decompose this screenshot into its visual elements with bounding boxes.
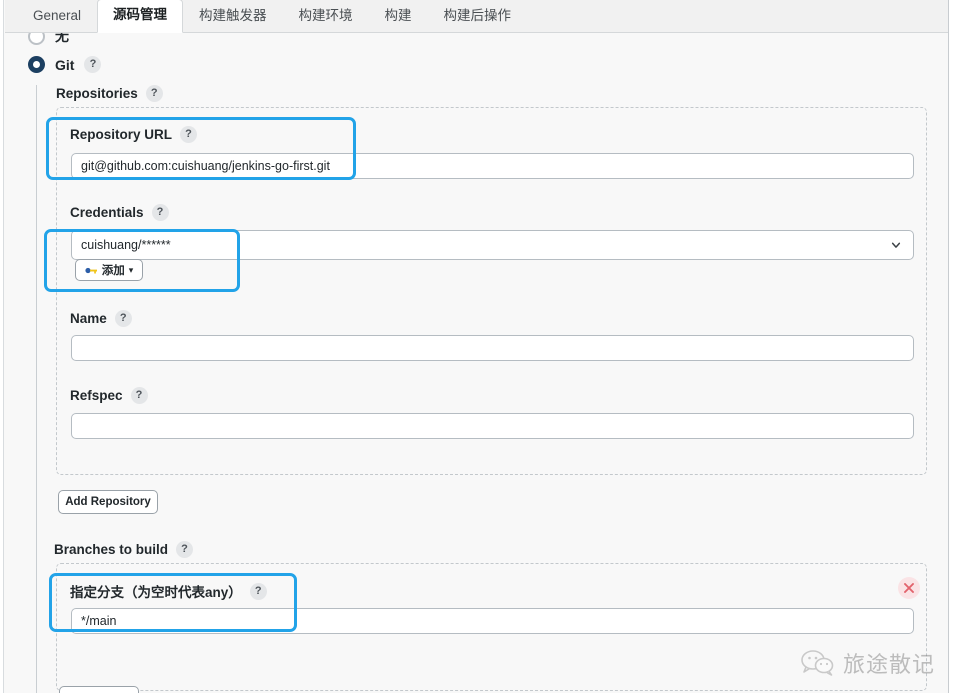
name-input[interactable]	[71, 335, 914, 361]
tab-build[interactable]: 构建	[369, 0, 428, 33]
add-repository-button[interactable]: Add Repository	[58, 490, 158, 514]
jenkins-job-config-page: General 源码管理 构建触发器 构建环境 构建 构建后操作 无 Git ?…	[0, 0, 957, 693]
tab-build-triggers[interactable]: 构建触发器	[183, 0, 283, 33]
repositories-section-label: Repositories ?	[56, 85, 163, 102]
repository-url-label-text: Repository URL	[70, 127, 173, 142]
name-label: Name ?	[70, 310, 132, 327]
window-left-edge	[0, 0, 4, 693]
help-icon-branches[interactable]: ?	[176, 541, 194, 558]
credentials-label: Credentials ?	[70, 204, 169, 221]
add-credentials-caret: ▾	[128, 264, 134, 275]
credentials-select[interactable]: cuishuang/******	[71, 230, 914, 260]
radio-git[interactable]	[28, 56, 45, 73]
add-credentials-label: 添加	[101, 265, 125, 277]
help-icon-name[interactable]: ?	[114, 310, 132, 327]
section-indent-guide	[36, 85, 37, 693]
branch-specifier-label-text: 指定分支（为空时代表any）	[70, 585, 242, 600]
repositories-label-text: Repositories	[56, 86, 138, 101]
scm-option-git[interactable]: Git ?	[28, 56, 102, 73]
help-icon-repositories[interactable]: ?	[145, 85, 163, 102]
tab-general[interactable]: General	[17, 0, 97, 33]
tab-source-code-management[interactable]: 源码管理	[97, 0, 184, 33]
close-icon	[904, 583, 914, 593]
name-label-text: Name	[70, 311, 107, 326]
help-icon-branch-specifier[interactable]: ?	[249, 582, 267, 600]
add-repository-label: Add Repository	[65, 496, 151, 508]
refspec-label-text: Refspec	[70, 388, 123, 403]
refspec-label: Refspec ?	[70, 387, 148, 404]
scm-config-panel: 无 Git ? Repositories ? Repository URL ? …	[5, 27, 948, 693]
tab-build-environment[interactable]: 构建环境	[283, 0, 369, 33]
chevron-down-icon	[891, 242, 901, 248]
branches-to-build-label: Branches to build ?	[54, 541, 194, 558]
branch-specifier-label: 指定分支（为空时代表any） ?	[70, 581, 267, 601]
window-right-edge	[948, 0, 957, 693]
credentials-selected-value: cuishuang/******	[81, 238, 171, 252]
credentials-label-text: Credentials	[70, 205, 144, 220]
add-credentials-button[interactable]: 添加 ▾	[75, 259, 143, 281]
delete-branch-button[interactable]	[898, 577, 920, 599]
branches-to-build-label-text: Branches to build	[54, 542, 169, 557]
help-icon-refspec[interactable]: ?	[130, 387, 148, 404]
help-icon-git[interactable]: ?	[84, 56, 102, 73]
help-icon-credentials[interactable]: ?	[151, 204, 169, 221]
radio-git-label: Git	[55, 56, 75, 73]
help-icon-repository-url[interactable]: ?	[180, 126, 198, 143]
branch-specifier-input[interactable]	[71, 608, 914, 634]
config-tab-bar: General 源码管理 构建触发器 构建环境 构建 构建后操作	[5, 0, 948, 33]
key-icon	[85, 267, 97, 273]
tab-post-build-actions[interactable]: 构建后操作	[428, 0, 528, 33]
repository-url-input[interactable]	[71, 153, 914, 179]
refspec-input[interactable]	[71, 413, 914, 439]
repository-url-label: Repository URL ?	[70, 126, 198, 143]
add-branch-button[interactable]	[59, 686, 139, 693]
